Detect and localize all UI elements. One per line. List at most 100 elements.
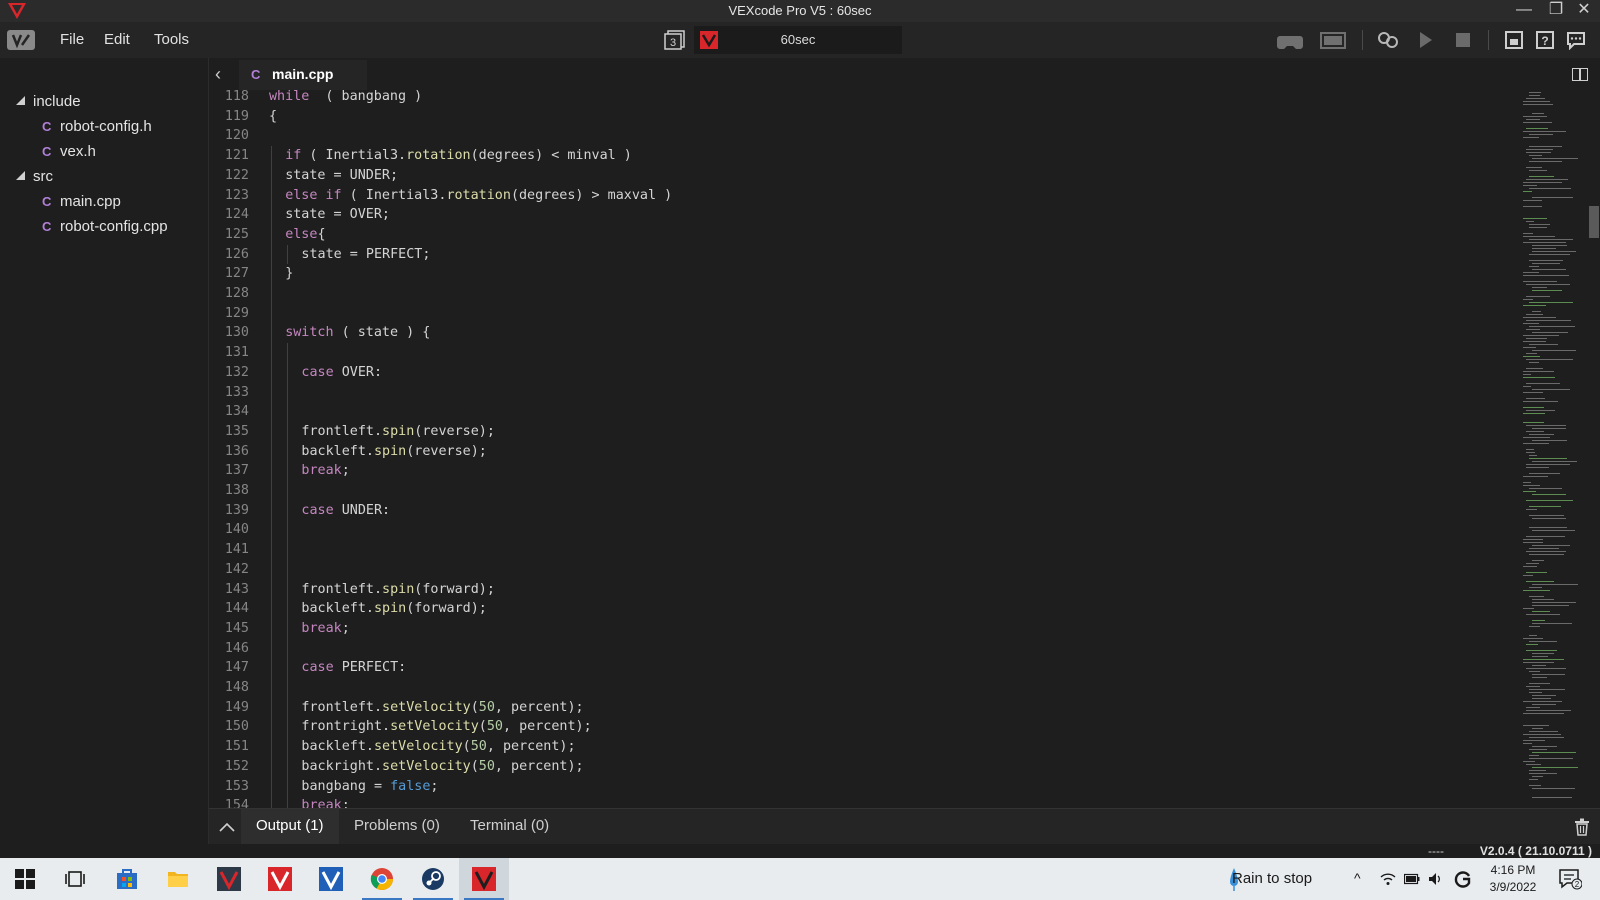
taskbar-file-explorer[interactable] [153, 858, 203, 900]
taskbar-store[interactable] [102, 858, 152, 900]
taskbar-vexcode-iq[interactable] [204, 858, 254, 900]
code-line[interactable]: 141 [209, 540, 1521, 560]
folder-src[interactable]: src [16, 168, 53, 190]
code-line[interactable]: 148 [209, 678, 1521, 698]
code-line[interactable]: 131 [209, 343, 1521, 363]
code-line[interactable]: 143 frontleft.spin(forward); [209, 580, 1521, 600]
minimize-button[interactable]: — [1508, 0, 1540, 22]
tab-main-cpp[interactable]: C main.cpp [239, 60, 367, 90]
taskbar-chrome[interactable] [357, 858, 407, 900]
file-main-cpp[interactable]: Cmain.cpp [42, 193, 121, 215]
code-text[interactable]: case UNDER: [301, 501, 390, 521]
code-line[interactable]: 118 while ( bangbang ) [209, 90, 1521, 107]
code-line[interactable]: 134 [209, 402, 1521, 422]
file-robot-config-cpp[interactable]: Crobot-config.cpp [42, 218, 168, 240]
code-line[interactable]: 139 case UNDER: [209, 501, 1521, 521]
tab-terminal[interactable]: Terminal (0) [455, 809, 564, 845]
battery-icon[interactable] [1404, 873, 1420, 885]
code-text[interactable]: state = OVER; [285, 205, 390, 225]
taskbar-vexcode-v5[interactable] [255, 858, 305, 900]
taskbar-clock[interactable]: 4:16 PM 3/9/2022 [1482, 862, 1544, 896]
code-text[interactable]: bangbang = false; [301, 777, 438, 797]
code-text[interactable]: backleft.spin(reverse); [301, 442, 486, 462]
code-text[interactable]: break; [301, 796, 349, 808]
scrollbar-thumb[interactable] [1589, 206, 1599, 238]
code-line[interactable]: 137 break; [209, 461, 1521, 481]
code-text[interactable]: break; [301, 461, 349, 481]
code-line[interactable]: 127} [209, 264, 1521, 284]
code-line[interactable]: 152 backright.setVelocity(50, percent); [209, 757, 1521, 777]
taskbar-steam[interactable] [408, 858, 458, 900]
code-line[interactable]: 144 backleft.spin(forward); [209, 599, 1521, 619]
code-editor[interactable]: 118 while ( bangbang ) 119 {120 121 if ( Iner… [209, 90, 1521, 808]
code-line[interactable]: 135 frontleft.spin(reverse); [209, 422, 1521, 442]
tab-problems[interactable]: Problems (0) [339, 809, 455, 845]
code-text[interactable]: backleft.spin(forward); [301, 599, 486, 619]
code-text[interactable]: state = UNDER; [285, 166, 398, 186]
code-line[interactable]: 153 bangbang = false; [209, 777, 1521, 797]
clear-output-trash-icon[interactable] [1574, 818, 1590, 836]
expand-triangle-icon[interactable] [16, 96, 25, 105]
code-text[interactable]: break; [301, 619, 349, 639]
tab-output[interactable]: Output (1) [241, 809, 339, 845]
code-text[interactable]: case PERFECT: [301, 658, 406, 678]
code-line[interactable]: 126 state = PERFECT; [209, 245, 1521, 265]
collapse-sidebar-chevron-icon[interactable]: ‹ [215, 65, 231, 83]
code-line[interactable]: 145 break; [209, 619, 1521, 639]
split-editor-icon[interactable] [1572, 68, 1588, 81]
wifi-icon[interactable] [1380, 872, 1396, 886]
volume-icon[interactable] [1428, 872, 1444, 886]
code-line[interactable]: 140 [209, 520, 1521, 540]
stop-icon[interactable] [1455, 30, 1471, 50]
code-line[interactable]: 150 frontright.setVelocity(50, percent); [209, 717, 1521, 737]
code-line[interactable]: 136 backleft.spin(reverse); [209, 442, 1521, 462]
code-line[interactable]: 138 [209, 481, 1521, 501]
code-text[interactable]: } [285, 264, 293, 284]
file-robot-config-h[interactable]: Crobot-config.h [42, 118, 152, 140]
feedback-icon[interactable] [1566, 30, 1586, 50]
weather-text[interactable]: Rain to stop [1232, 870, 1312, 887]
code-line[interactable]: 149 frontleft.setVelocity(50, percent); [209, 698, 1521, 718]
start-button[interactable] [0, 858, 50, 900]
code-text[interactable]: else if ( Inertial3.rotation(degrees) > … [285, 186, 672, 206]
code-text[interactable]: frontleft.setVelocity(50, percent); [301, 698, 583, 718]
code-line[interactable]: 124 state = OVER; [209, 205, 1521, 225]
project-name-box[interactable]: 60sec [694, 26, 902, 54]
code-line[interactable]: 125 else{ [209, 225, 1521, 245]
code-line[interactable]: 151 backleft.setVelocity(50, percent); [209, 737, 1521, 757]
menu-file[interactable]: File [60, 31, 84, 48]
code-text[interactable]: frontleft.spin(reverse); [301, 422, 495, 442]
vex-menu-logo-icon[interactable] [7, 30, 35, 50]
code-line[interactable]: 128 [209, 284, 1521, 304]
code-line[interactable]: 123 else if ( Inertial3.rotation(degrees)… [209, 186, 1521, 206]
brain-screen-icon[interactable] [1320, 30, 1346, 50]
code-line[interactable]: 142 [209, 560, 1521, 580]
code-text[interactable]: backright.setVelocity(50, percent); [301, 757, 583, 777]
controller-icon[interactable] [1276, 30, 1304, 50]
menu-tools[interactable]: Tools [154, 31, 189, 48]
code-line[interactable]: 129 [209, 304, 1521, 324]
code-line[interactable]: 130 switch ( state ) { [209, 323, 1521, 343]
task-view-button[interactable] [50, 858, 100, 900]
code-line[interactable]: 146 [209, 639, 1521, 659]
code-line[interactable]: 132 case OVER: [209, 363, 1521, 383]
code-text[interactable]: case OVER: [301, 363, 382, 383]
minimap[interactable] [1521, 90, 1587, 808]
folder-include[interactable]: include [16, 93, 81, 115]
code-line[interactable]: 154 break; [209, 796, 1521, 808]
device-info-icon[interactable] [1504, 30, 1524, 50]
code-text[interactable]: { [269, 107, 277, 127]
code-text[interactable]: frontleft.spin(forward); [301, 580, 495, 600]
code-text[interactable]: state = PERFECT; [301, 245, 430, 265]
expand-panel-chevron-icon[interactable] [217, 817, 237, 837]
code-line[interactable]: 120 [209, 126, 1521, 146]
taskbar-vexcode-pro-v5[interactable] [459, 858, 509, 900]
expand-triangle-icon[interactable] [16, 171, 25, 180]
code-line[interactable]: 147 case PERFECT: [209, 658, 1521, 678]
code-line[interactable]: 119 { [209, 107, 1521, 127]
taskbar-vexcode-go[interactable] [306, 858, 356, 900]
code-line[interactable]: 133 [209, 383, 1521, 403]
menu-edit[interactable]: Edit [104, 31, 130, 48]
editor-scrollbar[interactable] [1588, 90, 1600, 808]
show-hidden-icons-chevron-icon[interactable]: ^ [1354, 870, 1361, 886]
